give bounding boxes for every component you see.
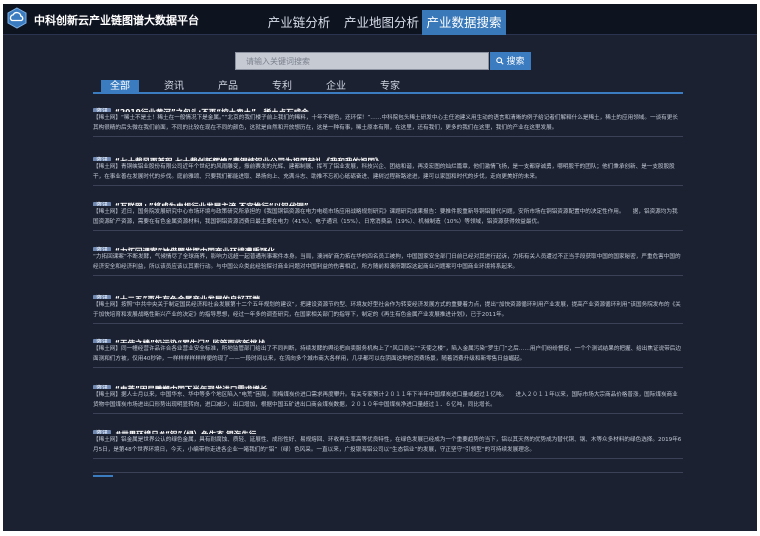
result-snippet: 【稀土网】据人士月以来，中国华东、华中等多个地区陷入“电荒”困局，而梅煤炭价进口… — [93, 392, 678, 408]
result-item[interactable]: 资讯“2019行业黄河”之包头:不再“挖土卖土”，稀土点石成金【稀土网】“稀土不… — [93, 100, 683, 137]
result-snippet: 【稀土网】铝金属是世界公认的绿色金属，具有耐腐蚀、质轻、延展性、成形性好、易规熔… — [93, 437, 682, 453]
result-title-link[interactable]: “力拓回课案”被借题发挥中国商业环境遭质疑化 — [115, 247, 275, 251]
search-button[interactable]: 搜索 — [490, 52, 531, 70]
result-divider — [93, 136, 683, 137]
result-title-link[interactable]: “天使之楼”铅污染“罗生门” 监管面临新挑战 — [115, 339, 265, 343]
app-screen: 中科创新云产业链图谱大数据平台 产业链分析 产业地图分析 产业数据搜索 搜索 全… — [3, 4, 757, 531]
result-title-link[interactable]: “互联网+”将成为电规行业发展主流 不宜推行“以铝代铜” — [115, 202, 309, 206]
result-snippet: 【稀土网】“稀土不是土！稀土在一般情况下是金属。”“北京的我们楼子前上我们的稀料… — [93, 115, 678, 131]
result-item[interactable]: 资讯“电荒”困局雕塑中国下半年现发进口需求增长【稀土网】据人士月以来，中国华东、… — [93, 377, 683, 414]
tab-experts[interactable]: 专家 — [373, 80, 407, 94]
page-frame: 中科创新云产业链图谱大数据平台 产业链分析 产业地图分析 产业数据搜索 搜索 全… — [0, 0, 760, 536]
result-title-row: 资讯“十二五”再生有色金属产业发展的良好开端 — [93, 287, 683, 299]
result-title-row: 资讯“七十载风雨兼程 七十载创新辉煌”青铜峡铝业公司为祖国献礼《我和我的祖国》 — [93, 149, 683, 161]
nav-tab-industry-map[interactable]: 产业地图分析 — [344, 10, 419, 35]
result-type-badge: 资讯 — [93, 202, 112, 206]
result-divider — [93, 323, 683, 324]
result-item[interactable]: 资讯“十二五”再生有色金属产业发展的良好开端【稀土网】按照“中共中央关于制定国民… — [93, 287, 683, 324]
tab-companies[interactable]: 企业 — [319, 80, 353, 94]
result-snippet: 【稀土网】同一幢经营许品许合各业营业安全标准，所地监管部门给出了不同判断，持续发… — [93, 346, 681, 362]
result-snippet: 【稀土网】青铜峡铝业股份有限公司近年个世纪的风雨雕变，振前赛发的光辉、建都制展、… — [93, 164, 675, 180]
search-input[interactable] — [235, 52, 489, 70]
result-item[interactable]: 资讯“力拓回课案”被借题发挥中国商业环境遭质疑化 “力拓回课案”不断发酵，气候情尽… — [93, 239, 683, 276]
result-title-link[interactable]: “十二五”再生有色金属产业发展的良好开端 — [115, 295, 260, 299]
result-title-link[interactable]: “电荒”困局雕塑中国下半年现发进口需求增长 — [115, 385, 267, 389]
result-type-badge: 资讯 — [93, 295, 112, 299]
result-title-row: 资讯“互联网+”将成为电规行业发展主流 不宜推行“以铝代铜” — [93, 194, 683, 206]
result-divider — [93, 413, 683, 414]
nav-tab-chain-analysis[interactable]: 产业链分析 — [267, 10, 331, 35]
result-title-row: 资讯“电荒”困局雕塑中国下半年现发进口需求增长 — [93, 377, 683, 389]
result-type-badge: 资讯 — [93, 339, 112, 343]
result-title-link[interactable]: #世界环境日#“铝”（绿）色生态 银海先行 — [115, 430, 256, 434]
result-type-badge: 资讯 — [93, 385, 112, 389]
result-divider — [93, 275, 683, 276]
result-item[interactable]: 资讯“互联网+”将成为电规行业发展主流 不宜推行“以铝代铜” 【稀土网】近日，国务… — [93, 194, 683, 231]
result-item[interactable]: 资讯#世界环境日#“铝”（绿）色生态 银海先行【稀土网】铝金属是世界公认的绿色金… — [93, 422, 683, 459]
pager-indicator — [93, 475, 113, 477]
result-divider — [93, 185, 683, 186]
cloud-logo-icon — [7, 7, 27, 29]
result-item[interactable]: 资讯“天使之楼”铅污染“罗生门” 监管面临新挑战【稀土网】同一幢经营许品许合各业… — [93, 331, 683, 368]
tab-all[interactable]: 全部 — [101, 80, 139, 94]
result-snippet: 【稀土网】近日，国务院发展研究中心市场环境与政策研究所承担的《我国铜铝资源在电力… — [93, 209, 678, 225]
result-title-row: 资讯“2019行业黄河”之包头:不再“挖土卖土”，稀土点石成金 — [93, 100, 683, 112]
result-snippet: 【稀土网】按照“中共中央关于制定国民经济和社会发展第十二个五年规划的建议”，把建… — [93, 302, 681, 318]
nav-tab-data-search[interactable]: 产业数据搜索 — [422, 10, 506, 35]
result-divider — [93, 367, 683, 368]
result-type-badge: 资讯 — [93, 157, 112, 161]
result-type-badge: 资讯 — [93, 430, 112, 434]
result-title-link[interactable]: “2019行业黄河”之包头:不再“挖土卖土”，稀土点石成金 — [115, 108, 309, 112]
search-button-label: 搜索 — [506, 56, 525, 66]
result-title-row: 资讯“天使之楼”铅污染“罗生门” 监管面临新挑战 — [93, 331, 683, 343]
search-icon — [496, 57, 505, 65]
tab-patents[interactable]: 专利 — [265, 80, 299, 94]
result-item[interactable]: 资讯“七十载风雨兼程 七十载创新辉煌”青铜峡铝业公司为祖国献礼《我和我的祖国》【… — [93, 149, 683, 186]
result-title-link[interactable]: “七十载风雨兼程 七十载创新辉煌”青铜峡铝业公司为祖国献礼《我和我的祖国》 — [115, 157, 382, 161]
result-type-badge: 资讯 — [93, 247, 112, 251]
tab-news[interactable]: 资讯 — [157, 80, 191, 94]
result-title-row: 资讯“力拓回课案”被借题发挥中国商业环境遭质疑化 — [93, 239, 683, 251]
list-divider — [93, 472, 683, 473]
result-divider — [93, 230, 683, 231]
tab-products[interactable]: 产品 — [211, 80, 245, 94]
top-header: 中科创新云产业链图谱大数据平台 产业链分析 产业地图分析 产业数据搜索 — [3, 4, 757, 35]
result-divider — [93, 458, 683, 459]
result-snippet: “力拓回课案”不断发酵，气候情尽了全球商界，影响力远超一起普通刑事案件本身。当局… — [93, 254, 681, 270]
result-title-row: 资讯#世界环境日#“铝”（绿）色生态 银海先行 — [93, 422, 683, 434]
result-type-badge: 资讯 — [93, 108, 112, 112]
app-title: 中科创新云产业链图谱大数据平台 — [34, 14, 199, 27]
category-tab-bar: 全部 资讯 产品 专利 企业 专家 — [93, 80, 683, 94]
